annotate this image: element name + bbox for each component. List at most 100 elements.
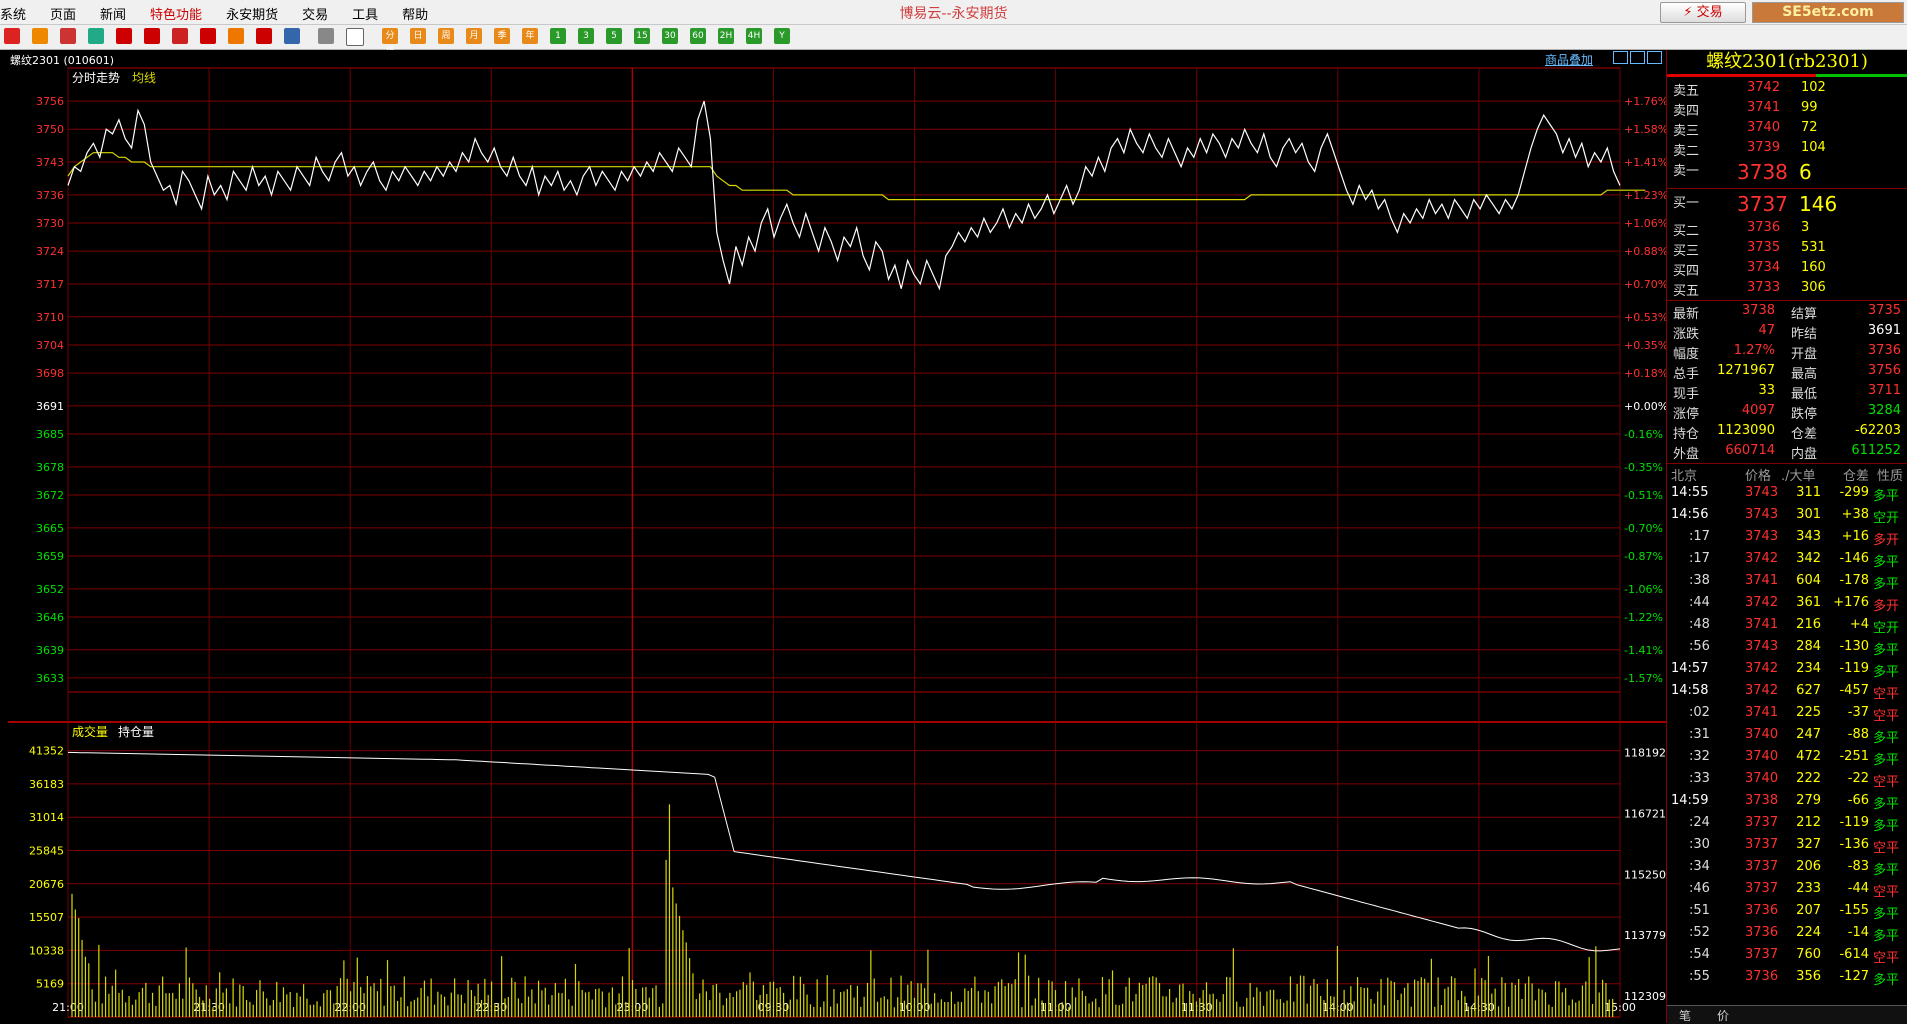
period-button[interactable]: 3 <box>578 28 594 44</box>
tick-volume: 472 <box>1796 749 1821 764</box>
tick-nature: 多平 <box>1873 863 1900 878</box>
chart-svg[interactable]: 3756 +1.76% 3750 +1.58% 3743 +1.41% 3736 +1.23%… <box>0 50 1666 1023</box>
col-header: 价格 <box>1745 469 1772 484</box>
trend-icon[interactable] <box>346 28 364 46</box>
tick-price: 3737 <box>1745 837 1779 852</box>
tick-oi-change: +4 <box>1849 617 1869 632</box>
oi-label: 持仓量 <box>118 724 154 739</box>
refresh-icon[interactable] <box>88 28 104 44</box>
price-tick-label: 3659 <box>36 550 64 563</box>
tab-trades[interactable]: 笔 <box>1679 1007 1691 1024</box>
period-button[interactable]: 2H <box>718 28 734 44</box>
tick-oi-change: -127 <box>1839 969 1869 984</box>
oi-tick-label: 1137798 <box>1624 929 1666 942</box>
menu-item[interactable]: 工具 <box>340 4 390 23</box>
tick-nature: 多平 <box>1873 973 1900 988</box>
menu-item[interactable]: 新闻 <box>88 4 138 23</box>
tick-oi-change: -37 <box>1847 705 1869 720</box>
bid-price: 3733 <box>1747 280 1781 295</box>
price-tick-label: 3704 <box>36 339 64 352</box>
tick-volume: 206 <box>1796 859 1821 874</box>
menu-item[interactable]: 特色功能 <box>138 4 214 23</box>
tick-time: 14:57 <box>1671 661 1709 676</box>
news-icon[interactable] <box>60 28 76 44</box>
pct-tick-label: +1.76% <box>1624 95 1666 108</box>
tick-oi-change: -44 <box>1847 881 1869 896</box>
price-tick-label: 3678 <box>36 461 64 474</box>
tick-nature: 多平 <box>1873 555 1900 570</box>
stat-row: 持仓 1123090 仓差 -62203 <box>1667 423 1905 443</box>
period-button[interactable]: 1 <box>550 28 566 44</box>
period-button[interactable]: 5 <box>606 28 622 44</box>
period-button[interactable]: 季 <box>494 28 510 44</box>
ask-label: 卖三 <box>1673 124 1700 139</box>
tick-row: :44 3742 361 +176 多开 <box>1667 595 1905 615</box>
tick-nature: 空平 <box>1873 775 1900 790</box>
period-button[interactable]: 60 <box>690 28 706 44</box>
price-tick-label: 3743 <box>36 156 64 169</box>
period-button[interactable]: 月 <box>466 28 482 44</box>
pct-tick-label: -0.16% <box>1624 428 1663 441</box>
stat-value: 611252 <box>1851 443 1901 458</box>
separator <box>1667 463 1907 464</box>
ask-label: 卖二 <box>1673 144 1700 159</box>
period-button[interactable]: 日 <box>410 28 426 44</box>
tick-nature: 多平 <box>1873 731 1900 746</box>
period-button[interactable]: 周 <box>438 28 454 44</box>
tick-price: 3742 <box>1745 683 1779 698</box>
stock-icon[interactable] <box>284 28 300 44</box>
menu-item[interactable]: 交易 <box>290 4 340 23</box>
home-icon[interactable] <box>4 28 20 44</box>
tick-row: :38 3741 604 -178 多平 <box>1667 573 1905 593</box>
filter-icon[interactable] <box>256 28 272 44</box>
pie-icon[interactable] <box>228 28 244 44</box>
tick-nature: 空平 <box>1873 885 1900 900</box>
ask-price: 3738 <box>1737 160 1788 184</box>
period-button[interactable]: 4H <box>746 28 762 44</box>
stat-row: 幅度 1.27% 开盘 3736 <box>1667 343 1905 363</box>
tick-row: :51 3736 207 -155 多平 <box>1667 903 1905 923</box>
volume-tick-label: 20676 <box>29 878 64 891</box>
tick-price: 3737 <box>1745 947 1779 962</box>
bid-row: 买三 3735 531 <box>1667 240 1905 260</box>
bid-volume: 146 <box>1799 192 1838 216</box>
window-icon[interactable] <box>172 28 188 44</box>
period-button[interactable]: 分析 <box>382 28 398 57</box>
tick-volume: 327 <box>1796 837 1821 852</box>
trade-button[interactable]: ⚡ 交易 <box>1660 2 1746 23</box>
ask-volume: 104 <box>1801 140 1826 155</box>
tick-row: :34 3737 206 -83 多平 <box>1667 859 1905 879</box>
avg-price-line <box>67 152 1646 201</box>
period-button[interactable]: Y <box>774 28 790 44</box>
tick-price: 3737 <box>1745 815 1779 830</box>
stat-value: 3735 <box>1867 303 1901 318</box>
tick-volume: 225 <box>1796 705 1821 720</box>
tick-oi-change: -457 <box>1839 683 1869 698</box>
zoom-out-icon[interactable] <box>144 28 160 44</box>
tick-nature: 多平 <box>1873 753 1900 768</box>
folder-icon[interactable] <box>32 28 48 44</box>
tick-volume: 207 <box>1796 903 1821 918</box>
bid-price: 3737 <box>1737 192 1788 216</box>
period-button[interactable]: 15 <box>634 28 650 44</box>
price-tick-label: 3672 <box>36 489 64 502</box>
stat-row: 现手 33 最低 3711 <box>1667 383 1905 403</box>
menu-item[interactable]: 帮助 <box>390 4 440 23</box>
volume-tick-label: 5169 <box>36 978 64 991</box>
menu-item[interactable]: 页面 <box>38 4 88 23</box>
tick-nature: 多平 <box>1873 489 1900 504</box>
menu-item[interactable]: 系统 <box>0 4 38 23</box>
pencil-icon[interactable] <box>200 28 216 44</box>
tab-price[interactable]: 价 <box>1717 1007 1729 1024</box>
stat-label: 总手 <box>1673 367 1700 382</box>
period-button[interactable]: 30 <box>662 28 678 44</box>
zoom-in-icon[interactable] <box>116 28 132 44</box>
ask-row: 卖三 3740 72 <box>1667 120 1905 140</box>
period-button[interactable]: 年 <box>522 28 538 44</box>
table-icon[interactable] <box>318 28 334 44</box>
price-tick-label: 3717 <box>36 278 64 291</box>
volume-tick-label: 36183 <box>29 778 64 791</box>
volume-tick-label: 10338 <box>29 944 64 957</box>
menu-item[interactable]: 永安期货 <box>214 4 290 23</box>
pct-tick-label: -1.57% <box>1624 672 1663 685</box>
